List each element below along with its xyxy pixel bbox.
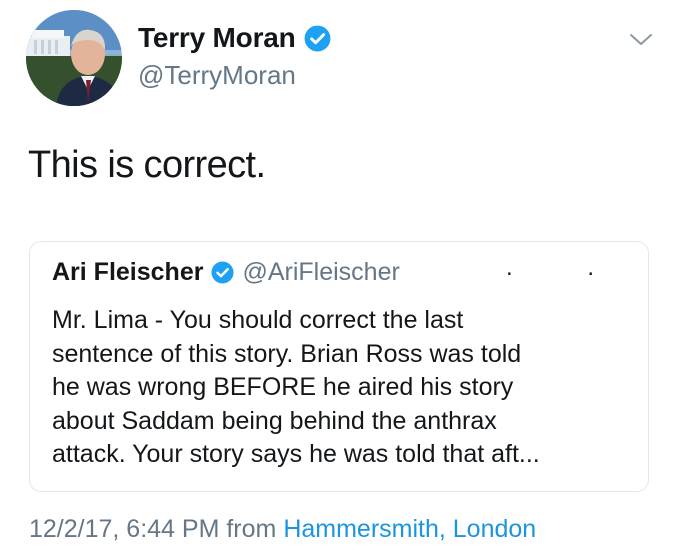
quoted-tweet-card[interactable]: Ari Fleischer @AriFleischer . . Mr. Lima… <box>29 241 649 492</box>
location-link[interactable]: Hammersmith, London <box>283 515 536 543</box>
verified-badge-icon <box>211 261 234 284</box>
avatar-photo <box>26 10 122 106</box>
quoted-author-handle: @AriFleischer <box>242 258 400 286</box>
quoted-tweet-text: Mr. Lima - You should correct the last s… <box>52 306 540 468</box>
timestamp[interactable]: 12/2/17, 6:44 PM <box>29 515 219 543</box>
tweet-metadata: 12/2/17, 6:44 PM from Hammersmith, Londo… <box>29 515 536 544</box>
author-display-name[interactable]: Terry Moran <box>138 22 296 54</box>
from-label: from <box>219 515 284 543</box>
tweet-text: This is correct. <box>28 144 266 186</box>
author-handle[interactable]: @TerryMoran <box>138 60 296 91</box>
chevron-down-icon[interactable] <box>627 30 655 50</box>
tweet-card: Terry Moran @TerryMoran This is correct.… <box>0 0 680 559</box>
quoted-author-display-name: Ari Fleischer <box>52 258 204 286</box>
author-name-row[interactable]: Terry Moran <box>138 22 331 54</box>
quoted-dots: . . <box>506 254 629 281</box>
verified-badge-icon <box>304 25 331 52</box>
avatar[interactable] <box>26 10 122 106</box>
quoted-tweet-header: Ari Fleischer @AriFleischer <box>52 258 400 287</box>
